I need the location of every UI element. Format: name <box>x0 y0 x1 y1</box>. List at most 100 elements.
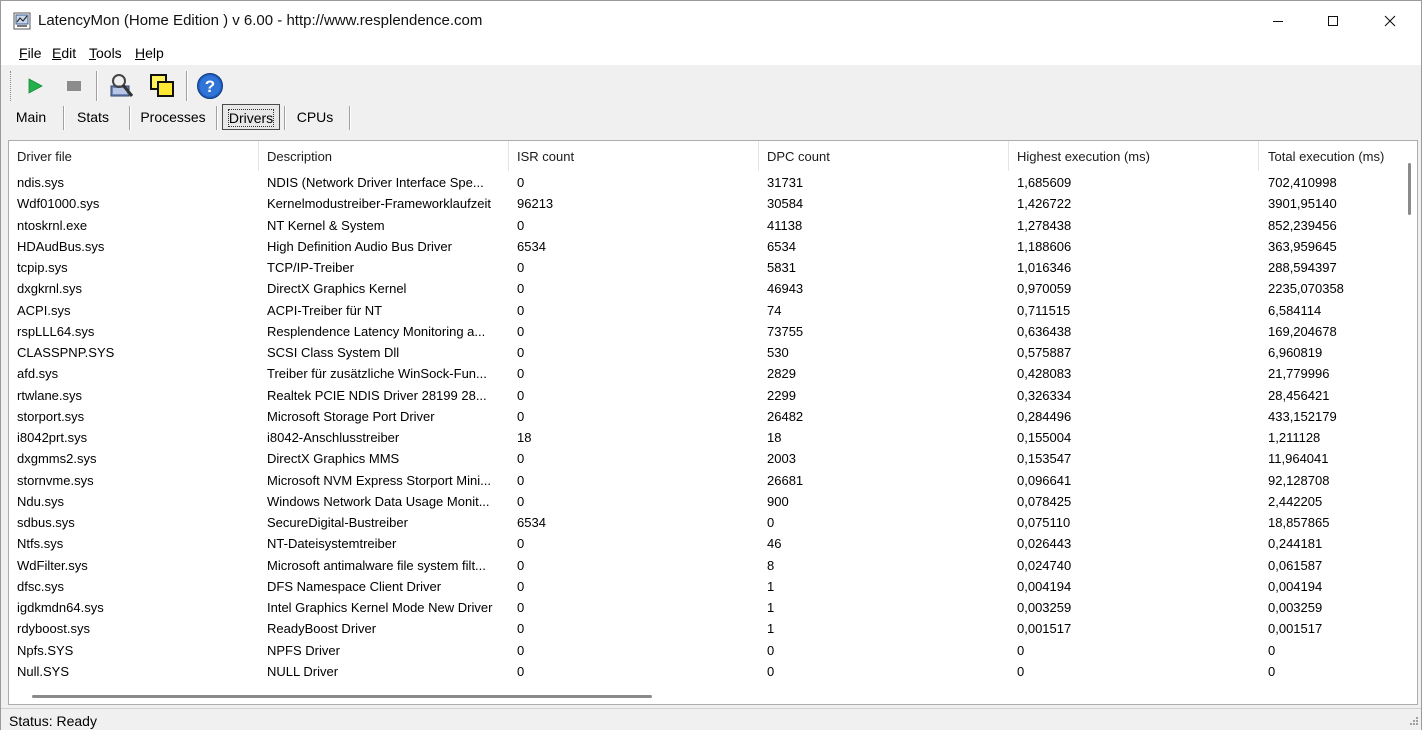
horizontal-scroll-thumb[interactable] <box>32 695 652 698</box>
cell-driver-file: igdkmdn64.sys <box>17 600 104 615</box>
cell-dpc-count: 18 <box>767 430 782 445</box>
cell-driver-file: WdFilter.sys <box>17 557 88 573</box>
table-row[interactable]: i8042prt.sys i8042-Anschlusstreiber 18 18 0,… <box>9 427 1401 448</box>
table-row[interactable]: rdyboost.sys ReadyBoost Driver 0 1 0,001517 0… <box>9 618 1401 639</box>
toolbar-grip[interactable] <box>10 71 14 101</box>
cell-dpc-count: 26681 <box>767 472 804 488</box>
table-row[interactable]: ntoskrnl.exe NT Kernel & System 0 41138 1,27… <box>9 215 1401 236</box>
tab-main[interactable]: Main <box>5 104 57 130</box>
table-row[interactable]: Npfs.SYS NPFS Driver 0 0 0 0 <box>9 640 1401 661</box>
table-row[interactable]: HDAudBus.sys High Definition Audio Bus Dr… <box>9 236 1401 257</box>
copy-button[interactable] <box>146 70 178 102</box>
cell-total-execution: 0 <box>1268 663 1276 679</box>
cell-isr-count: 0 <box>517 281 525 297</box>
cell-description: NDIS (Network Driver Interface Spe... <box>267 175 484 190</box>
cell-dpc-count: 1 <box>767 578 775 594</box>
analyze-button[interactable] <box>105 70 137 102</box>
drivers-list[interactable]: Driver file Description ISR count DPC co… <box>8 140 1418 705</box>
cell-dpc-count: 530 <box>767 345 789 360</box>
tab-stats[interactable]: Stats <box>65 104 121 130</box>
cell-isr-count: 96213 <box>517 196 554 212</box>
cell-driver-file: dxgmms2.sys <box>17 451 97 467</box>
play-icon <box>28 78 43 94</box>
column-header-driver-file[interactable]: Driver file <box>9 141 259 171</box>
table-row[interactable]: Wdf01000.sys Kernelmodustreiber-Framework… <box>9 193 1401 214</box>
menu-tools[interactable]: Tools <box>89 45 122 61</box>
cell-description: High Definition Audio Bus Driver <box>267 238 452 254</box>
tab-cpus[interactable]: CPUs <box>289 104 341 130</box>
resize-grip-icon[interactable] <box>1407 716 1419 728</box>
table-row[interactable]: igdkmdn64.sys Intel Graphics Kernel Mode … <box>9 597 1401 618</box>
cell-highest-execution: 0,575887 <box>1017 345 1072 360</box>
table-row[interactable]: storport.sys Microsoft Storage Port Drive… <box>9 406 1401 427</box>
cell-isr-count: 0 <box>517 663 525 679</box>
minimize-button[interactable] <box>1251 1 1305 41</box>
table-row[interactable]: ndis.sys NDIS (Network Driver Interface S… <box>9 172 1401 193</box>
vertical-scroll-thumb[interactable] <box>1408 163 1411 215</box>
cell-highest-execution: 1,278438 <box>1017 217 1072 233</box>
cell-total-execution: 1,211128 <box>1268 430 1321 445</box>
cell-description: Intel Graphics Kernel Mode New Driver <box>267 600 493 615</box>
menu-file[interactable]: File <box>19 45 42 61</box>
column-header-isr-count[interactable]: ISR count <box>509 141 759 171</box>
vertical-scrollbar[interactable] <box>1401 141 1417 687</box>
cell-isr-count: 0 <box>517 217 525 233</box>
cell-dpc-count: 5831 <box>767 260 796 275</box>
cell-isr-count: 6534 <box>517 238 546 254</box>
table-row[interactable]: dxgmms2.sys DirectX Graphics MMS 0 2003 0,15… <box>9 448 1401 469</box>
column-header-dpc-count[interactable]: DPC count <box>759 141 1009 171</box>
cell-description: DirectX Graphics MMS <box>267 451 400 467</box>
stop-button[interactable] <box>58 70 90 102</box>
table-row[interactable]: rspLLL64.sys Resplendence Latency Monitor… <box>9 321 1401 342</box>
cell-highest-execution: 0,078425 <box>1017 493 1072 509</box>
table-row[interactable]: stornvme.sys Microsoft NVM Express Storpo… <box>9 470 1401 491</box>
table-row[interactable]: CLASSPNP.SYS SCSI Class System Dll 0 530 0,5… <box>9 342 1401 363</box>
tab-drivers[interactable]: Drivers <box>222 104 280 130</box>
table-row[interactable]: rtwlane.sys Realtek PCIE NDIS Driver 2819… <box>9 385 1401 406</box>
help-button[interactable]: ? <box>194 70 226 102</box>
cell-isr-count: 0 <box>517 557 525 573</box>
table-row[interactable]: Null.SYS NULL Driver 0 0 0 0 <box>9 661 1401 682</box>
cell-driver-file: rdyboost.sys <box>17 621 90 637</box>
cell-description: Microsoft antimalware file system filt..… <box>267 557 486 573</box>
cell-description: Microsoft Storage Port Driver <box>267 408 435 424</box>
horizontal-scrollbar[interactable] <box>9 687 1401 704</box>
column-header-total-execution[interactable]: Total execution (ms) <box>1260 141 1401 171</box>
window-title: LatencyMon (Home Edition ) v 6.00 - http… <box>38 12 483 29</box>
tab-processes[interactable]: Processes <box>133 104 213 130</box>
cell-isr-count: 0 <box>517 472 525 488</box>
cell-dpc-count: 0 <box>767 642 775 658</box>
table-row[interactable]: Ndu.sys Windows Network Data Usage Monit.… <box>9 491 1401 512</box>
cell-dpc-count: 0 <box>767 663 775 679</box>
cell-highest-execution: 1,188606 <box>1017 238 1072 254</box>
cell-dpc-count: 30584 <box>767 196 804 212</box>
start-button[interactable] <box>19 70 51 102</box>
cell-total-execution: 3901,95140 <box>1268 196 1337 212</box>
cell-highest-execution: 0,004194 <box>1017 578 1072 594</box>
menu-edit[interactable]: Edit <box>52 45 76 61</box>
svg-text:?: ? <box>205 77 215 96</box>
table-row[interactable]: tcpip.sys TCP/IP-Treiber 0 5831 1,016346 288,… <box>9 257 1401 278</box>
table-row[interactable]: dxgkrnl.sys DirectX Graphics Kernel 0 46943… <box>9 278 1401 299</box>
cell-driver-file: HDAudBus.sys <box>17 238 105 254</box>
table-row[interactable]: WdFilter.sys Microsoft antimalware file s… <box>9 555 1401 576</box>
cell-isr-count: 0 <box>517 600 525 615</box>
column-header-description[interactable]: Description <box>259 141 509 171</box>
menu-help[interactable]: Help <box>135 45 164 61</box>
toolbar-separator <box>186 71 188 101</box>
cell-total-execution: 6,584114 <box>1268 302 1322 318</box>
cell-total-execution: 0 <box>1268 642 1276 658</box>
close-button[interactable] <box>1363 1 1417 41</box>
cell-highest-execution: 1,016346 <box>1017 260 1072 275</box>
table-row[interactable]: afd.sys Treiber für zusätzliche WinSock-F… <box>9 363 1401 384</box>
table-row[interactable]: Ntfs.sys NT-Dateisystemtreiber 0 46 0,026443… <box>9 533 1401 554</box>
table-row[interactable]: dfsc.sys DFS Namespace Client Driver 0 1 0,0… <box>9 576 1401 597</box>
cell-highest-execution: 0,153547 <box>1017 451 1072 467</box>
cell-isr-count: 0 <box>517 451 525 467</box>
cell-highest-execution: 0,075110 <box>1017 515 1071 530</box>
table-row[interactable]: ACPI.sys ACPI-Treiber für NT 0 74 0,711515 6,… <box>9 300 1401 321</box>
column-header-highest-execution[interactable]: Highest execution (ms) <box>1009 141 1259 171</box>
title-bar[interactable]: LatencyMon (Home Edition ) v 6.00 - http… <box>1 1 1421 41</box>
maximize-button[interactable] <box>1306 1 1360 41</box>
table-row[interactable]: sdbus.sys SecureDigital-Bustreiber 6534 0 0,… <box>9 512 1401 533</box>
